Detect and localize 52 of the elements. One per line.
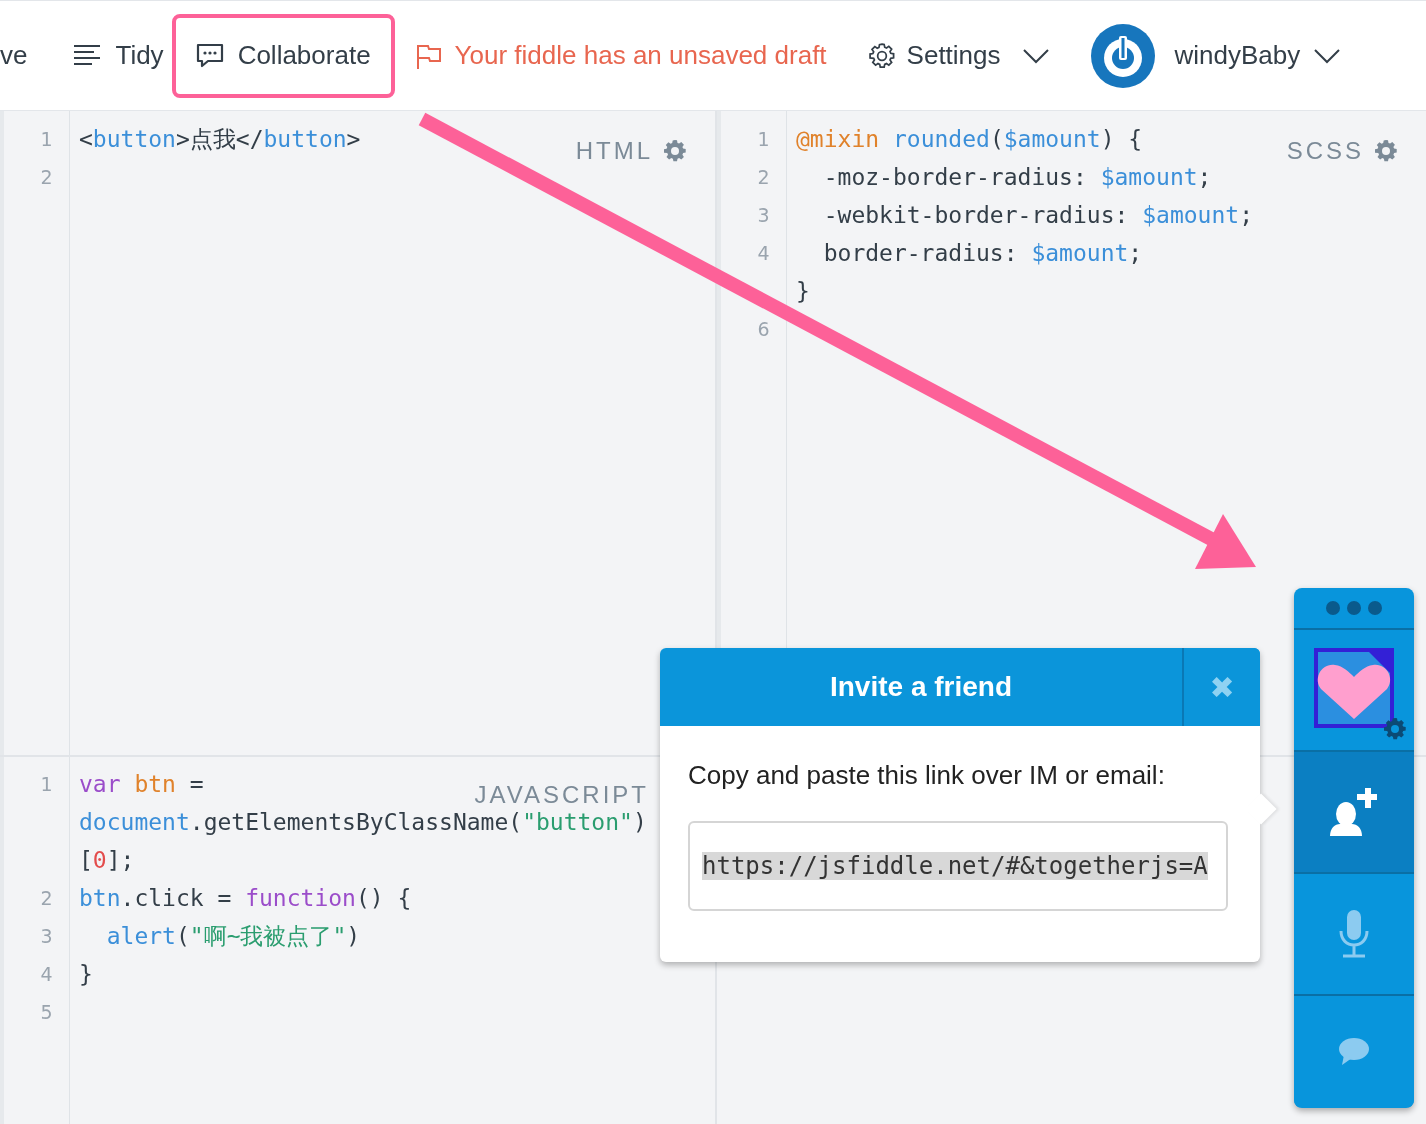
- line-number: 2: [756, 166, 771, 188]
- code-line: alert("啊~我被点了"): [105, 922, 361, 951]
- line-number: 1: [39, 128, 54, 150]
- align-left-icon: [73, 43, 102, 68]
- toolbar-link[interactable]: ve: [0, 13, 32, 98]
- collaborate-button[interactable]: Collaborate: [171, 13, 395, 98]
- chevron-down-icon: [1314, 47, 1341, 64]
- chat-icon: [1338, 1036, 1370, 1067]
- line-number: 4: [756, 242, 771, 264]
- code-line: border-radius: $amount;: [822, 239, 1143, 268]
- settings-icon[interactable]: [663, 139, 687, 163]
- line-number: 2: [39, 166, 54, 188]
- microphone-icon: [1338, 909, 1370, 959]
- line-number: 3: [756, 204, 771, 226]
- code-line: <button>点我</button>: [79, 125, 361, 154]
- tidy-button[interactable]: Tidy: [69, 13, 168, 98]
- code-line: }: [796, 277, 810, 306]
- line-number: 1: [756, 128, 771, 150]
- draft-notice: Your fiddle has an unsaved draft: [454, 40, 827, 71]
- code-line: btn.click = function() {: [79, 884, 412, 913]
- code-line: var btn =: [79, 770, 204, 799]
- code-line: }: [79, 960, 93, 989]
- link-field[interactable]: https://jsfiddle.net/#&togetherjs=A: [688, 821, 1228, 911]
- dock-mic-button[interactable]: [1294, 874, 1414, 996]
- line-number: 4: [39, 963, 54, 985]
- line-number: 1: [39, 773, 54, 795]
- code-line: document.getElementsByClassName("button"): [79, 808, 647, 837]
- dock-invite-button[interactable]: [1294, 752, 1414, 874]
- code-line: [0];: [79, 846, 135, 875]
- line-number: 6: [756, 318, 771, 340]
- dialog-title: Invite a friend: [829, 671, 1012, 703]
- language-label: JAVASCRIPT: [474, 781, 649, 809]
- dock-chat-button[interactable]: [1294, 996, 1414, 1107]
- settings-icon: [868, 42, 895, 69]
- language-label: SCSS: [1286, 137, 1364, 165]
- line-number: 2: [39, 887, 54, 909]
- user-menu[interactable]: windyBaby: [1174, 40, 1341, 71]
- code-line: @mixin rounded($amount) {: [796, 125, 1143, 154]
- line-number: 5: [39, 1001, 54, 1023]
- line-number: 3: [39, 925, 54, 947]
- chat-bubble-icon: [195, 41, 224, 70]
- avatar-icon: [1090, 23, 1155, 88]
- more-icon[interactable]: [1325, 600, 1383, 616]
- settings-button[interactable]: Settings: [868, 40, 1049, 71]
- add-person-icon: [1329, 786, 1379, 838]
- code-line: -webkit-border-radius: $amount;: [822, 201, 1253, 230]
- language-label: HTML: [575, 137, 653, 165]
- chevron-down-icon: [1022, 47, 1049, 64]
- settings-icon[interactable]: [1374, 139, 1398, 163]
- code-line: -moz-border-radius: $amount;: [822, 163, 1212, 192]
- dialog-message: Copy and paste this link over IM or email:: [688, 760, 1166, 791]
- dock-avatar-button[interactable]: [1294, 630, 1414, 752]
